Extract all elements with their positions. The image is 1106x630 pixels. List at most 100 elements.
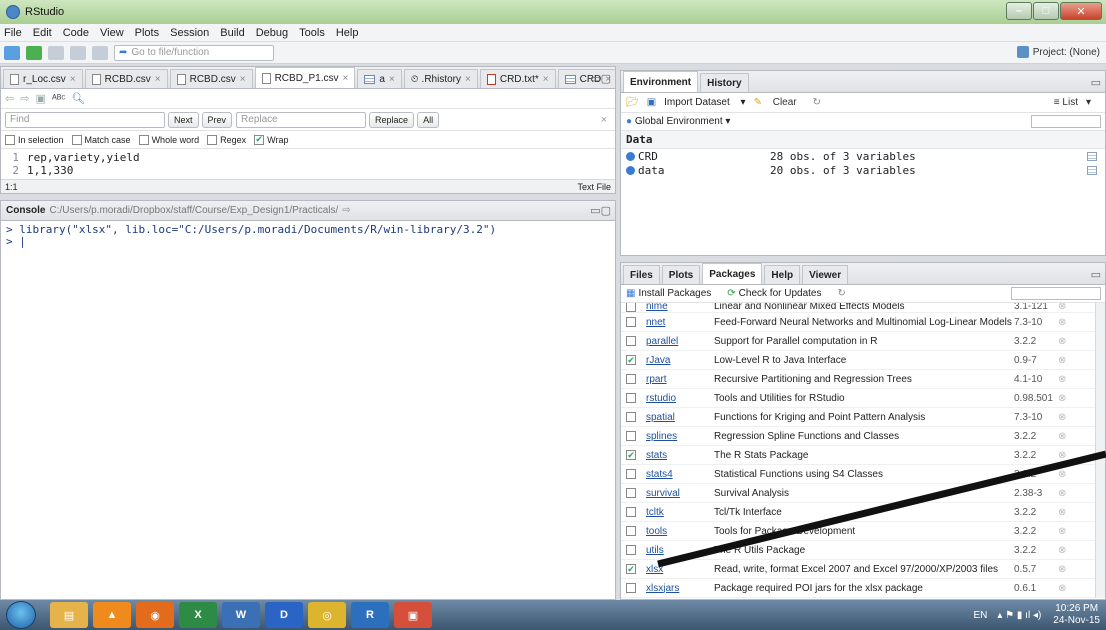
goto-file-input[interactable]: ➦ Go to file/function xyxy=(114,44,274,61)
vlc-icon[interactable]: ▲ xyxy=(93,602,131,628)
menu-build[interactable]: Build xyxy=(220,27,244,39)
package-name-link[interactable]: rpart xyxy=(646,374,714,385)
list-view-menu[interactable]: ≡ List ▾ xyxy=(1054,97,1091,108)
menu-session[interactable]: Session xyxy=(170,27,209,39)
start-button[interactable] xyxy=(6,601,36,629)
remove-package-icon[interactable]: ⊗ xyxy=(1058,374,1066,385)
checkbox[interactable] xyxy=(138,134,149,145)
tab-files[interactable]: Files xyxy=(623,265,660,284)
remove-package-icon[interactable]: ⊗ xyxy=(1058,526,1066,537)
forward-arrow-icon[interactable]: ⇨ xyxy=(20,92,29,105)
close-tab-icon[interactable]: × xyxy=(389,74,395,85)
close-tab-icon[interactable]: × xyxy=(70,74,76,85)
tab-environment[interactable]: Environment xyxy=(623,71,699,92)
goto-dir-icon[interactable]: ⇨ xyxy=(342,205,350,216)
explorer-icon[interactable]: ▤ xyxy=(50,602,88,628)
expand-icon[interactable] xyxy=(626,151,635,161)
project-menu[interactable]: Project: (None) xyxy=(1016,46,1100,58)
package-checkbox[interactable] xyxy=(626,374,636,384)
print-icon[interactable] xyxy=(92,45,108,60)
refresh-icon[interactable]: ↻ xyxy=(813,97,821,108)
file-type-menu[interactable]: Text File xyxy=(577,182,611,192)
remove-package-icon[interactable]: ⊗ xyxy=(1058,303,1066,312)
environment-row[interactable]: CRD 28 obs. of 3 variables xyxy=(621,149,1105,163)
import-dataset-button[interactable]: Import Dataset ▾ xyxy=(664,97,745,108)
remove-package-icon[interactable]: ⊗ xyxy=(1058,431,1066,442)
remove-package-icon[interactable]: ⊗ xyxy=(1058,507,1066,518)
tab-packages[interactable]: Packages xyxy=(702,263,763,284)
search-icon[interactable]: 🔍︎ xyxy=(71,92,85,105)
clock[interactable]: 10:26 PM 24-Nov-15 xyxy=(1053,603,1100,627)
package-name-link[interactable]: tcltk xyxy=(646,507,714,518)
source-tab[interactable]: RCBD.csv × xyxy=(84,69,168,88)
load-workspace-icon[interactable]: 📂︎ xyxy=(626,97,639,108)
menu-edit[interactable]: Edit xyxy=(33,27,52,39)
remove-package-icon[interactable]: ⊗ xyxy=(1058,469,1066,480)
close-tab-icon[interactable]: × xyxy=(155,74,161,85)
save-workspace-icon[interactable]: ▣ xyxy=(647,97,656,108)
remove-package-icon[interactable]: ⊗ xyxy=(1058,545,1066,556)
source-tab[interactable]: RCBD.csv × xyxy=(169,69,253,88)
package-checkbox[interactable] xyxy=(626,393,636,403)
checkbox[interactable]: ✔ xyxy=(254,134,265,145)
console-maximize-icon[interactable]: ▭▢ xyxy=(590,204,611,217)
remove-package-icon[interactable]: ⊗ xyxy=(1058,336,1066,347)
package-checkbox[interactable] xyxy=(626,317,636,327)
firefox-icon[interactable]: ◉ xyxy=(136,602,174,628)
close-tab-icon[interactable]: × xyxy=(342,73,348,84)
chrome-icon[interactable]: ◎ xyxy=(308,602,346,628)
tab-history[interactable]: History xyxy=(700,73,749,92)
app-icon[interactable]: ▣ xyxy=(394,602,432,628)
package-name-link[interactable]: survival xyxy=(646,488,714,499)
package-checkbox[interactable]: ✔ xyxy=(626,355,636,365)
tab-viewer[interactable]: Viewer xyxy=(802,265,849,284)
package-checkbox[interactable] xyxy=(626,545,636,555)
pane-maximize-icon[interactable]: ▭▢ xyxy=(590,72,611,85)
package-name-link[interactable]: splines xyxy=(646,431,714,442)
source-tab[interactable]: RCBD_P1.csv × xyxy=(254,67,356,88)
daemon-icon[interactable]: D xyxy=(265,602,303,628)
close-tab-icon[interactable]: × xyxy=(543,74,549,85)
find-option[interactable]: Regex xyxy=(207,134,246,145)
checkbox[interactable] xyxy=(71,134,82,145)
package-name-link[interactable]: stats xyxy=(646,450,714,461)
remove-package-icon[interactable]: ⊗ xyxy=(1058,412,1066,423)
source-tab[interactable]: r_Loc.csv × xyxy=(3,69,83,88)
package-checkbox[interactable] xyxy=(626,488,636,498)
code-editor[interactable]: 1 rep,variety,yield 2 1,1,330 xyxy=(1,149,615,177)
close-button[interactable]: ✕ xyxy=(1060,2,1102,20)
new-file-icon[interactable] xyxy=(4,45,20,60)
source-tab[interactable]: a × xyxy=(357,69,402,88)
find-input[interactable]: Find xyxy=(5,111,165,128)
package-checkbox[interactable] xyxy=(626,431,636,441)
package-checkbox[interactable] xyxy=(626,336,636,346)
package-checkbox[interactable] xyxy=(626,412,636,422)
menu-debug[interactable]: Debug xyxy=(256,27,288,39)
env-maximize-icon[interactable]: ▭ xyxy=(1091,76,1101,89)
scope-menu[interactable]: ● Global Environment ▾ xyxy=(626,116,730,127)
r-icon[interactable]: R xyxy=(351,602,389,628)
tab-help[interactable]: Help xyxy=(764,265,801,284)
packages-search-input[interactable] xyxy=(1011,287,1101,300)
find-prev-button[interactable]: Prev xyxy=(201,111,233,128)
expand-icon[interactable] xyxy=(626,165,635,175)
package-checkbox[interactable]: ✔ xyxy=(626,564,636,574)
check-updates-button[interactable]: ⟳ Check for Updates xyxy=(727,288,829,299)
package-name-link[interactable]: xlsxjars xyxy=(646,583,714,594)
find-option[interactable]: Match case xyxy=(71,134,131,145)
view-table-icon[interactable] xyxy=(1087,165,1097,175)
excel-icon[interactable]: X xyxy=(179,602,217,628)
package-name-link[interactable]: rstudio xyxy=(646,393,714,404)
menu-tools[interactable]: Tools xyxy=(299,27,325,39)
save-icon[interactable] xyxy=(48,45,64,60)
checkbox[interactable] xyxy=(207,134,218,145)
back-arrow-icon[interactable]: ⇦ xyxy=(5,92,14,105)
package-checkbox[interactable] xyxy=(626,507,636,517)
install-packages-button[interactable]: ▦ Install Packages xyxy=(626,288,719,299)
remove-package-icon[interactable]: ⊗ xyxy=(1058,317,1066,328)
console-output[interactable]: > library("xlsx", lib.loc="C:/Users/p.mo… xyxy=(1,221,615,251)
replace-all-button[interactable]: All xyxy=(417,111,440,128)
view-table-icon[interactable] xyxy=(1087,151,1097,161)
package-checkbox[interactable] xyxy=(626,583,636,593)
refresh-packages-icon[interactable]: ↻ xyxy=(838,288,846,299)
